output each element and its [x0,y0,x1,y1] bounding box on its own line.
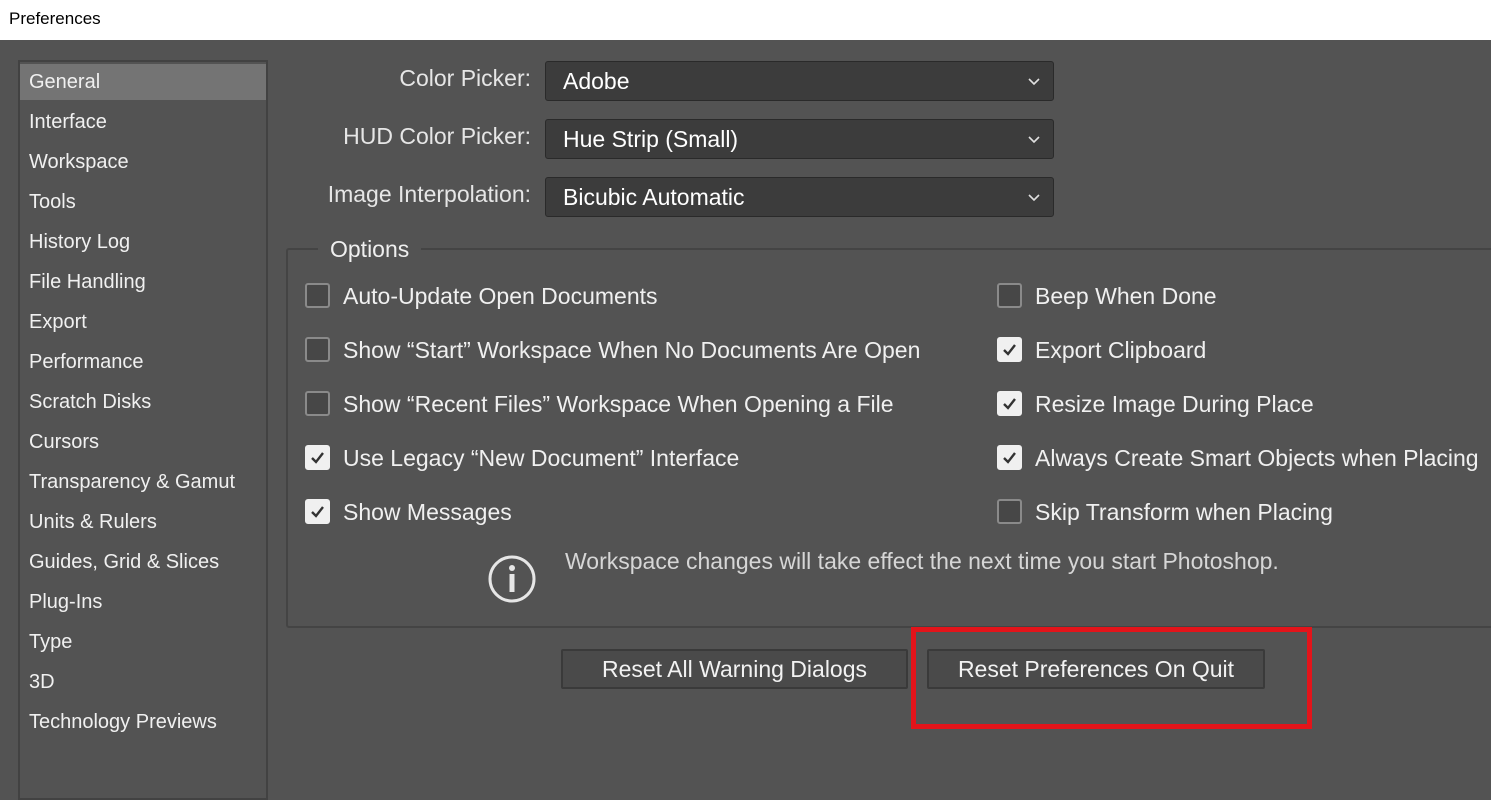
sidebar-item-guides-grid-slices[interactable]: Guides, Grid & Slices [20,544,266,580]
info-icon [488,555,536,603]
sidebar-item-file-handling[interactable]: File Handling [20,264,266,300]
checkmark-icon [305,445,330,470]
sidebar-item-interface[interactable]: Interface [20,104,266,140]
checkbox-unchecked-icon [997,499,1022,524]
hud-color-picker-value: Hue Strip (Small) [563,126,739,152]
checkbox-unchecked-icon [305,337,330,362]
reset-all-warning-dialogs-button[interactable]: Reset All Warning Dialogs [561,649,908,689]
checkbox-label: Resize Image During Place [1035,391,1314,417]
checkbox-label: Use Legacy “New Document” Interface [343,445,740,471]
image-interpolation-select[interactable]: Bicubic Automatic [545,177,1054,217]
color-picker-select[interactable]: Adobe [545,61,1054,101]
chevron-down-icon [1028,136,1040,144]
hud-color-picker-label: HUD Color Picker: [343,123,531,149]
workspace-info-message: Workspace changes will take effect the n… [565,548,1279,574]
window-title: Preferences [0,0,1491,40]
checkbox-label: Show Messages [343,499,512,525]
sidebar-item-cursors[interactable]: Cursors [20,424,266,460]
checkbox-unchecked-icon [305,391,330,416]
sidebar-item-workspace[interactable]: Workspace [20,144,266,180]
sidebar-item-type[interactable]: Type [20,624,266,660]
sidebar-item-history-log[interactable]: History Log [20,224,266,260]
preferences-sidebar: General Interface Workspace Tools Histor… [18,60,268,800]
sidebar-item-plug-ins[interactable]: Plug-Ins [20,584,266,620]
sidebar-item-transparency-gamut[interactable]: Transparency & Gamut [20,464,266,500]
checkbox-unchecked-icon [305,283,330,308]
checkmark-icon [997,391,1022,416]
image-interpolation-value: Bicubic Automatic [563,184,745,210]
checkmark-icon [997,337,1022,362]
checkbox-label: Export Clipboard [1035,337,1207,363]
checkbox-label: Show “Recent Files” Workspace When Openi… [343,391,894,417]
sidebar-item-3d[interactable]: 3D [20,664,266,700]
checkbox-label: Always Create Smart Objects when Placing [1035,445,1479,471]
color-picker-value: Adobe [563,68,630,94]
options-title: Options [318,234,422,264]
chevron-down-icon [1028,194,1040,202]
checkmark-icon [305,499,330,524]
sidebar-item-general[interactable]: General [20,64,266,100]
sidebar-item-scratch-disks[interactable]: Scratch Disks [20,384,266,420]
checkmark-icon [997,445,1022,470]
sidebar-item-tools[interactable]: Tools [20,184,266,220]
color-picker-label: Color Picker: [399,65,531,91]
sidebar-item-export[interactable]: Export [20,304,266,340]
checkbox-label: Auto-Update Open Documents [343,283,658,309]
checkbox-unchecked-icon [997,283,1022,308]
sidebar-item-units-rulers[interactable]: Units & Rulers [20,504,266,540]
checkbox-label: Skip Transform when Placing [1035,499,1333,525]
checkbox-label: Show “Start” Workspace When No Documents… [343,337,921,363]
chevron-down-icon [1028,78,1040,86]
sidebar-item-performance[interactable]: Performance [20,344,266,380]
image-interpolation-label: Image Interpolation: [327,181,531,207]
reset-preferences-on-quit-button[interactable]: Reset Preferences On Quit [927,649,1265,689]
sidebar-item-technology-previews[interactable]: Technology Previews [20,704,266,740]
hud-color-picker-select[interactable]: Hue Strip (Small) [545,119,1054,159]
checkbox-label: Beep When Done [1035,283,1217,309]
